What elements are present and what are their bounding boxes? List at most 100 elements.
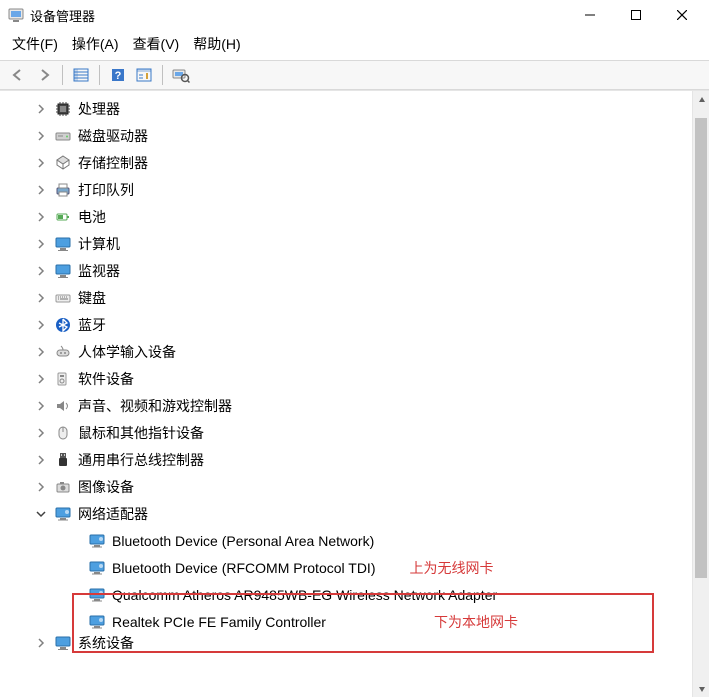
expand-icon[interactable] xyxy=(34,318,48,332)
expand-icon[interactable] xyxy=(34,183,48,197)
mouse-icon xyxy=(54,424,72,442)
tree-node[interactable]: 处理器 xyxy=(0,95,709,122)
tree-node-label: 计算机 xyxy=(78,234,120,254)
expand-icon[interactable] xyxy=(34,237,48,251)
scroll-down-arrow[interactable] xyxy=(693,680,709,697)
tree-node[interactable]: 通用串行总线控制器 xyxy=(0,446,709,473)
menu-help[interactable]: 帮助(H) xyxy=(193,34,240,54)
tree-child-node[interactable]: Bluetooth Device (Personal Area Network) xyxy=(0,527,709,554)
network-adapter-icon xyxy=(88,532,106,550)
tree-node-label: 图像设备 xyxy=(78,477,134,497)
expand-icon[interactable] xyxy=(34,453,48,467)
menu-action[interactable]: 操作(A) xyxy=(72,34,119,54)
menu-view[interactable]: 查看(V) xyxy=(133,34,180,54)
tree-child-label: Realtek PCIe FE Family Controller xyxy=(112,614,326,630)
menu-file[interactable]: 文件(F) xyxy=(12,34,58,54)
window-titlebar: 设备管理器 xyxy=(0,0,709,30)
svg-text:?: ? xyxy=(115,70,122,82)
network-adapter-icon xyxy=(88,586,106,604)
tree-node[interactable]: 鼠标和其他指针设备 xyxy=(0,419,709,446)
back-button[interactable] xyxy=(6,63,30,87)
expand-icon[interactable] xyxy=(34,345,48,359)
maximize-button[interactable] xyxy=(613,0,659,30)
expand-icon[interactable] xyxy=(34,426,48,440)
toolbar: ? xyxy=(0,60,709,90)
bluetooth-icon xyxy=(54,316,72,334)
tree-node-label: 电池 xyxy=(78,207,106,227)
scroll-up-arrow[interactable] xyxy=(693,91,709,108)
tree-node-label: 处理器 xyxy=(78,99,120,119)
tree-node[interactable]: 键盘 xyxy=(0,284,709,311)
help-button[interactable]: ? xyxy=(106,63,130,87)
tree-child-node[interactable]: Bluetooth Device (RFCOMM Protocol TDI)上为… xyxy=(0,554,709,581)
close-button[interactable] xyxy=(659,0,705,30)
tree-node[interactable]: 计算机 xyxy=(0,230,709,257)
monitor-icon xyxy=(54,235,72,253)
network-adapter-icon xyxy=(88,613,106,631)
menu-bar: 文件(F) 操作(A) 查看(V) 帮助(H) xyxy=(0,30,709,60)
tree-child-label: Qualcomm Atheros AR9485WB-EG Wireless Ne… xyxy=(112,587,497,603)
tree-node[interactable]: 蓝牙 xyxy=(0,311,709,338)
expand-icon[interactable] xyxy=(34,636,48,650)
toolbar-separator xyxy=(162,65,163,85)
tree-node[interactable]: 打印队列 xyxy=(0,176,709,203)
tree-child-node[interactable]: Realtek PCIe FE Family Controller 下为本地网卡 xyxy=(0,608,709,635)
tree-node-label: 键盘 xyxy=(78,288,106,308)
printer-icon xyxy=(54,181,72,199)
scan-hardware-button[interactable] xyxy=(169,63,193,87)
tree-node-label: 声音、视频和游戏控制器 xyxy=(78,396,232,416)
tree-node[interactable]: 图像设备 xyxy=(0,473,709,500)
tree-node-label: 系统设备 xyxy=(78,635,134,651)
cpu-icon xyxy=(54,100,72,118)
tree-node-label: 人体学输入设备 xyxy=(78,342,176,362)
tree-node[interactable]: 系统设备 xyxy=(0,635,709,651)
minimize-button[interactable] xyxy=(567,0,613,30)
properties-button[interactable] xyxy=(132,63,156,87)
camera-icon xyxy=(54,478,72,496)
device-tree-container: 处理器磁盘驱动器存储控制器打印队列电池计算机监视器键盘蓝牙人体学输入设备软件设备… xyxy=(0,90,709,697)
software-icon xyxy=(54,370,72,388)
annotation-local: 下为本地网卡 xyxy=(434,612,518,632)
sound-icon xyxy=(54,397,72,415)
tree-node[interactable]: 声音、视频和游戏控制器 xyxy=(0,392,709,419)
collapse-icon[interactable] xyxy=(34,507,48,521)
scroll-track[interactable] xyxy=(693,108,709,680)
toolbar-separator xyxy=(99,65,100,85)
expand-icon[interactable] xyxy=(34,264,48,278)
expand-icon[interactable] xyxy=(34,156,48,170)
tree-node[interactable]: 软件设备 xyxy=(0,365,709,392)
show-hide-tree-button[interactable] xyxy=(69,63,93,87)
battery-icon xyxy=(54,208,72,226)
tree-node[interactable]: 存储控制器 xyxy=(0,149,709,176)
tree-node-label: 磁盘驱动器 xyxy=(78,126,148,146)
tree-node[interactable]: 网络适配器 xyxy=(0,500,709,527)
tree-node[interactable]: 磁盘驱动器 xyxy=(0,122,709,149)
window-title: 设备管理器 xyxy=(30,6,95,25)
tree-node-label: 打印队列 xyxy=(78,180,134,200)
network-adapter-icon xyxy=(88,559,106,577)
expand-icon[interactable] xyxy=(34,210,48,224)
tree-node-label: 鼠标和其他指针设备 xyxy=(78,423,204,443)
monitor-icon xyxy=(54,262,72,280)
expand-icon[interactable] xyxy=(34,480,48,494)
scroll-thumb[interactable] xyxy=(695,118,707,578)
usb-icon xyxy=(54,451,72,469)
expand-icon[interactable] xyxy=(34,372,48,386)
expand-icon[interactable] xyxy=(34,399,48,413)
tree-node[interactable]: 人体学输入设备 xyxy=(0,338,709,365)
tree-node-label: 监视器 xyxy=(78,261,120,281)
storage-icon xyxy=(54,154,72,172)
device-tree: 处理器磁盘驱动器存储控制器打印队列电池计算机监视器键盘蓝牙人体学输入设备软件设备… xyxy=(0,91,709,659)
tree-child-node[interactable]: Qualcomm Atheros AR9485WB-EG Wireless Ne… xyxy=(0,581,709,608)
expand-icon[interactable] xyxy=(34,291,48,305)
tree-node-label: 通用串行总线控制器 xyxy=(78,450,204,470)
tree-node[interactable]: 监视器 xyxy=(0,257,709,284)
tree-node[interactable]: 电池 xyxy=(0,203,709,230)
disk-icon xyxy=(54,127,72,145)
expand-icon[interactable] xyxy=(34,102,48,116)
annotation-wireless: 上为无线网卡 xyxy=(409,558,493,578)
forward-button[interactable] xyxy=(32,63,56,87)
monitor-icon xyxy=(54,635,72,651)
vertical-scrollbar[interactable] xyxy=(692,91,709,697)
expand-icon[interactable] xyxy=(34,129,48,143)
